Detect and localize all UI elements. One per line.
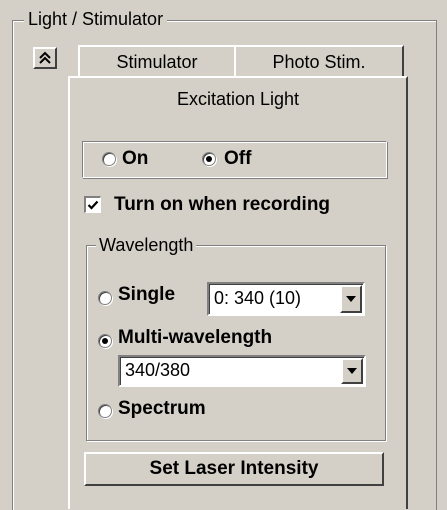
single-dropdown-button[interactable] — [340, 285, 362, 313]
single-wavelength-value: 0: 340 (10) — [214, 288, 302, 308]
spectrum-label[interactable]: Spectrum — [118, 398, 206, 420]
single-wavelength-select[interactable]: 0: 340 (10) — [207, 282, 365, 316]
radio-selected-dot — [206, 156, 212, 162]
multi-wavelength-label[interactable]: Multi-wavelength — [118, 327, 272, 349]
off-label[interactable]: Off — [224, 148, 251, 170]
multi-wavelength-value: 340/380 — [125, 360, 191, 380]
collapse-button[interactable] — [33, 47, 57, 69]
on-radio[interactable] — [102, 152, 116, 166]
multi-wavelength-select[interactable]: 340/380 — [118, 355, 366, 387]
single-label[interactable]: Single — [118, 284, 175, 306]
multi-wavelength-radio[interactable] — [98, 334, 112, 348]
turn-on-recording-label[interactable]: Turn on when recording — [114, 194, 330, 216]
on-label[interactable]: On — [122, 148, 148, 170]
wavelength-legend: Wavelength — [96, 234, 197, 256]
set-laser-intensity-button[interactable]: Set Laser Intensity — [84, 452, 384, 486]
tab-stimulator[interactable]: Stimulator — [78, 45, 236, 77]
checkmark-icon — [87, 200, 99, 210]
spectrum-radio[interactable] — [98, 404, 112, 418]
turn-on-recording-checkbox[interactable] — [84, 196, 101, 213]
single-radio[interactable] — [98, 291, 112, 305]
chevron-down-icon — [346, 296, 356, 302]
group-title: Light / Stimulator — [24, 8, 168, 30]
double-chevron-up-icon — [39, 51, 51, 64]
tab-photo-stim[interactable]: Photo Stim. — [234, 45, 404, 77]
tab-excitation-light[interactable]: Excitation Light — [68, 76, 408, 120]
multi-dropdown-button[interactable] — [341, 358, 363, 384]
off-radio[interactable] — [202, 152, 216, 166]
chevron-down-icon — [347, 368, 357, 374]
radio-selected-dot — [102, 338, 108, 344]
